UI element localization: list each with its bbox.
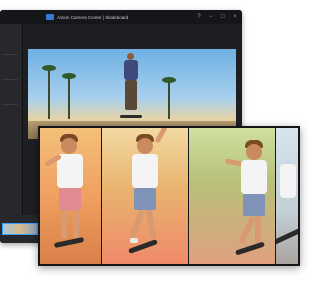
kid-shirt: [280, 164, 296, 198]
frame-sequence: [38, 126, 300, 266]
close-icon[interactable]: ×: [232, 13, 238, 21]
skateboard: [120, 115, 142, 118]
palm-tree: [48, 69, 50, 119]
frame-4: [276, 128, 298, 264]
kid-leg: [61, 210, 67, 238]
kid-shorts: [243, 194, 265, 216]
kid-shorts: [134, 188, 156, 210]
app-logo-icon: [46, 14, 54, 20]
kid-leg: [73, 210, 79, 238]
kid-head: [137, 138, 153, 154]
frame-2: [102, 128, 188, 264]
minimize-icon[interactable]: −: [208, 13, 214, 21]
palm-tree: [68, 77, 70, 119]
kid-shirt: [57, 154, 83, 188]
skater-head: [127, 53, 134, 60]
skater-legs: [125, 80, 137, 110]
window-title: Action Camera Center | Skateboard: [57, 14, 129, 20]
kid-shorts: [59, 188, 81, 210]
panel-divider: [2, 54, 18, 55]
timeline-clip[interactable]: [2, 223, 38, 235]
frame-3: [189, 128, 275, 264]
kid-head: [61, 138, 77, 154]
frame-1: [40, 128, 101, 264]
kid-shirt: [241, 160, 267, 194]
kid-shirt: [132, 154, 158, 188]
palm-tree-top: [42, 65, 56, 71]
help-icon[interactable]: ?: [196, 13, 202, 21]
kid-leg: [255, 216, 261, 244]
skater: [120, 53, 142, 123]
timeline[interactable]: [0, 215, 40, 243]
panel-divider: [2, 104, 18, 105]
kid-head: [246, 144, 262, 160]
titlebar: Action Camera Center | Skateboard ? − □ …: [0, 10, 242, 24]
kid-shoe: [130, 238, 138, 243]
palm-tree-top: [162, 77, 176, 83]
maximize-icon[interactable]: □: [220, 13, 226, 21]
panel-divider: [2, 79, 18, 80]
palm-tree: [168, 81, 170, 119]
palm-tree-top: [62, 73, 76, 79]
skater-body: [124, 60, 138, 80]
left-panel: [0, 24, 23, 243]
panel-tab-indicator[interactable]: [2, 26, 16, 36]
window-controls: ? − □ ×: [196, 13, 238, 21]
